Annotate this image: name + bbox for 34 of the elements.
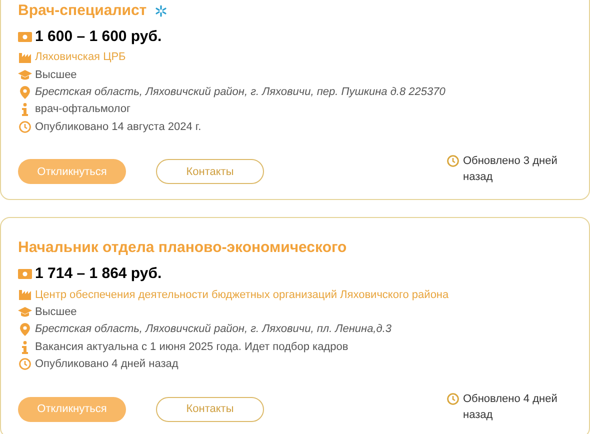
info-text: врач-офтальмолог: [35, 102, 130, 118]
contacts-button[interactable]: Контакты: [156, 396, 264, 422]
salary-text: 1 600 – 1 600 руб.: [35, 26, 162, 47]
vacancy-title[interactable]: Врач-специалист: [18, 0, 147, 22]
vacancy-title[interactable]: Начальник отдела планово-экономического: [18, 237, 347, 260]
organization-link[interactable]: Ляховичская ЦРБ: [35, 49, 126, 66]
factory-icon: [18, 290, 32, 300]
respond-button[interactable]: Откликнуться: [18, 396, 126, 422]
updated-text: Обновлено 3 дней назад: [463, 154, 558, 186]
address-text: Брестская область, Ляховичский район, г. Ляховичи, пер. Пушкина д.8 225370: [35, 84, 446, 100]
info-icon: [21, 340, 29, 354]
location-pin-icon: [20, 323, 30, 336]
money-icon: [18, 32, 32, 42]
info-icon: [21, 103, 29, 116]
updated-text: Обновлено 4 дней назад: [463, 392, 558, 423]
published-date: Опубликовано 4 дней назад: [35, 357, 178, 372]
clock-icon: [19, 120, 31, 133]
clock-icon: [447, 155, 459, 168]
address-text: Брестская область, Ляховичский район, г. Ляховичи, пл. Ленина,д.3: [35, 322, 392, 338]
organization-link[interactable]: Центр обеспечения деятельности бюджетных организаций Ляховичского района: [35, 286, 449, 304]
respond-button[interactable]: Откликнуться: [18, 159, 126, 184]
graduation-cap-icon: [18, 70, 32, 80]
graduation-cap-icon: [18, 307, 32, 318]
money-icon: [18, 269, 32, 280]
factory-icon: [18, 52, 32, 63]
education-text: Высшее: [35, 305, 77, 320]
education-text: Высшее: [35, 68, 77, 83]
salary-text: 1 714 – 1 864 руб.: [35, 264, 162, 284]
clock-icon: [447, 392, 459, 405]
location-pin-icon: [20, 86, 30, 99]
contacts-button[interactable]: Контакты: [156, 159, 264, 184]
info-text: Вакансия актуальна с 1 июня 2025 года. Идет подбор кадров: [35, 340, 348, 355]
published-date: Опубликовано 14 августа 2024 г.: [35, 120, 202, 135]
clock-icon: [19, 358, 31, 370]
